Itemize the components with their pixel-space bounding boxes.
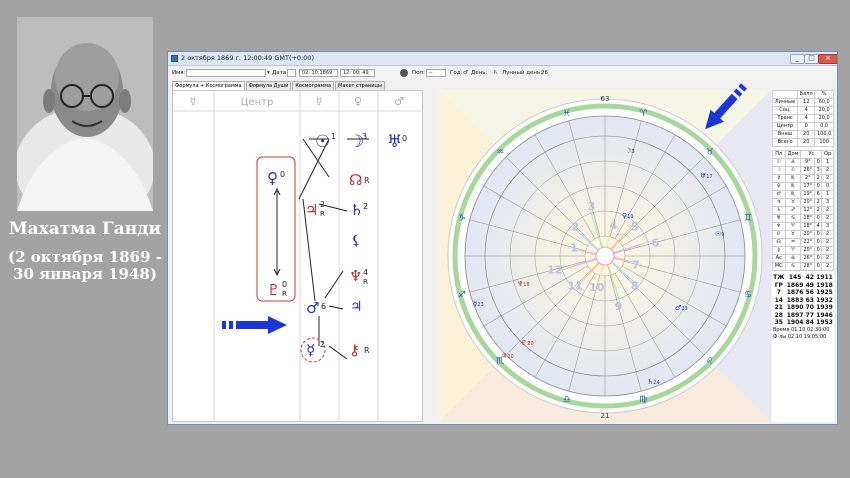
right-arrow-icon — [705, 83, 747, 130]
left-arrow-icon — [236, 316, 287, 334]
left-arrow-dash-1 — [222, 321, 226, 329]
left-arrow-dash-2 — [229, 321, 233, 329]
annotation-arrows — [222, 83, 747, 334]
